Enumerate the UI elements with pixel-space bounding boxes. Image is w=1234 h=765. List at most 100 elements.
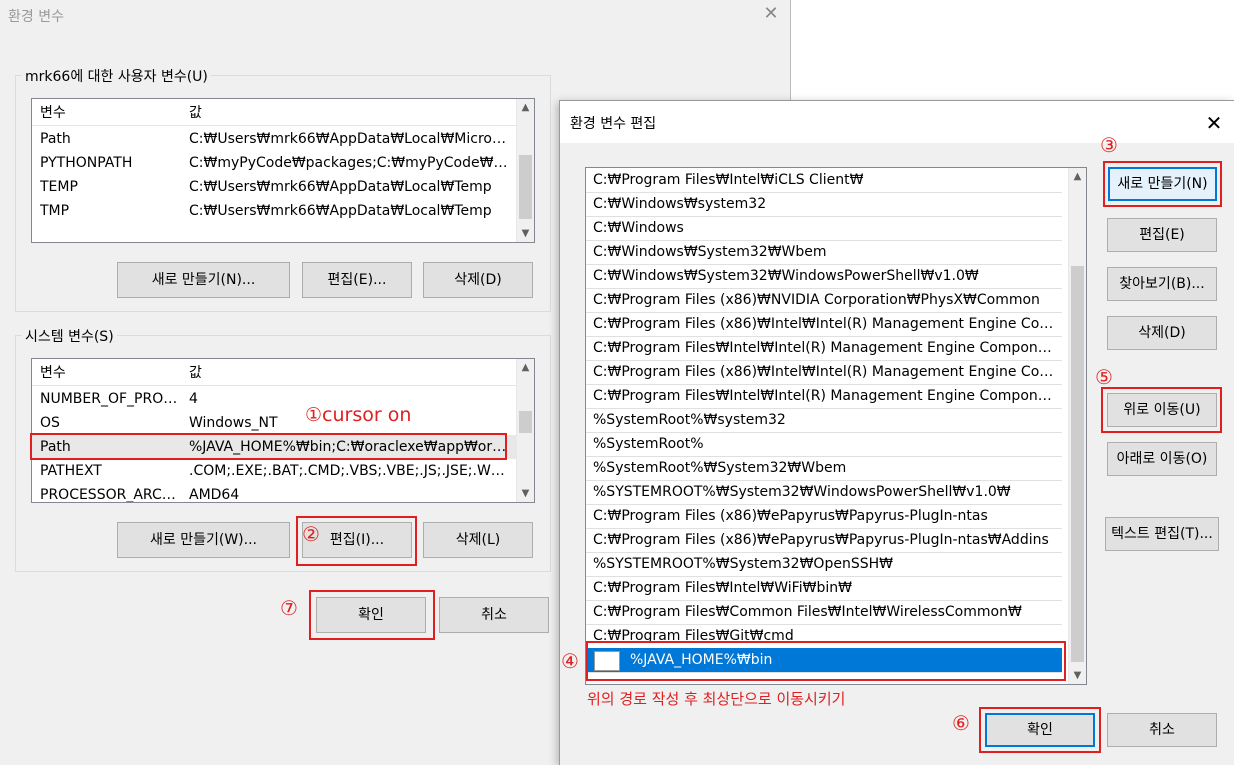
cancel-button[interactable]: 취소 (1107, 713, 1217, 747)
instruction-note: 위의 경로 작성 후 최상단으로 이동시키기 (587, 690, 846, 708)
new-entry-highlight (586, 641, 1066, 681)
scroll-down-icon[interactable]: ▼ (517, 225, 534, 242)
step7-annotation: ⑦ (280, 596, 298, 620)
move-up-highlight (1101, 387, 1222, 433)
row-value: C:₩Users₩mrk66₩AppData₩Local₩Microsoft..… (189, 131, 509, 147)
step5-annotation: ⑤ (1095, 365, 1113, 389)
path-entry[interactable]: C:₩Program Files₩Intel₩WiFi₩bin₩ (586, 576, 1062, 601)
path-entry[interactable]: C:₩Program Files (x86)₩NVIDIA Corporatio… (586, 288, 1062, 313)
table-row[interactable]: TMP C:₩Users₩mrk66₩AppData₩Local₩Temp (32, 199, 518, 223)
table-row[interactable]: OS Windows_NT (32, 411, 518, 435)
step3-annotation: ③ (1100, 133, 1118, 157)
table-row[interactable]: PYTHONPATH C:₩myPyCode₩packages;C:₩myPyC… (32, 151, 518, 175)
row-name: Path (40, 131, 71, 147)
path-entry[interactable]: C:₩Program Files (x86)₩ePapyrus₩Papyrus-… (586, 504, 1062, 529)
scroll-up-icon[interactable]: ▲ (1069, 168, 1086, 185)
edit-button[interactable]: 편집(E) (1107, 218, 1217, 252)
path-entry-text: C:₩Windows₩System32₩Wbem (593, 244, 827, 260)
step1-annotation: ①cursor on (305, 404, 412, 426)
path-entry[interactable]: C:₩Program Files (x86)₩Intel₩Intel(R) Ma… (586, 360, 1062, 385)
user-delete-button[interactable]: 삭제(D) (423, 262, 533, 298)
title-bar (560, 101, 1234, 143)
step4-annotation: ④ (561, 649, 579, 673)
column-header-value[interactable]: 값 (189, 101, 202, 125)
user-new-button[interactable]: 새로 만들기(N)... (117, 262, 290, 298)
delete-button[interactable]: 삭제(D) (1107, 316, 1217, 350)
scroll-thumb[interactable] (1071, 266, 1084, 662)
row-name: PYTHONPATH (40, 155, 133, 171)
scroll-thumb[interactable] (519, 155, 532, 219)
path-entry-text: C:₩Windows₩System32₩WindowsPowerShell₩v1… (593, 268, 979, 284)
table-row[interactable]: Path C:₩Users₩mrk66₩AppData₩Local₩Micros… (32, 127, 518, 151)
path-entry-text: C:₩Program Files₩Intel₩Intel(R) Manageme… (593, 388, 1059, 404)
new-button-highlight (1103, 161, 1222, 207)
path-entry[interactable]: %SystemRoot%₩System32₩Wbem (586, 456, 1062, 481)
row-name: TMP (40, 203, 70, 219)
row-value: C:₩Users₩mrk66₩AppData₩Local₩Temp (189, 179, 492, 195)
vertical-scrollbar[interactable]: ▲ ▼ (516, 359, 534, 502)
table-row[interactable]: NUMBER_OF_PROC... 4 (32, 387, 518, 411)
path-entry[interactable]: C:₩Program Files₩Intel₩Intel(R) Manageme… (586, 336, 1062, 361)
row-name: PATHEXT (40, 463, 102, 479)
path-entry-text: %SystemRoot% (593, 436, 704, 452)
path-entry[interactable]: %SystemRoot%₩system32 (586, 408, 1062, 433)
path-entry[interactable]: %SYSTEMROOT%₩System32₩WindowsPowerShell₩… (586, 480, 1062, 505)
scroll-up-icon[interactable]: ▲ (517, 359, 534, 376)
ok-button-highlight (979, 707, 1101, 753)
close-icon[interactable]: ✕ (1200, 109, 1228, 137)
path-entry-text: C:₩Program Files (x86)₩Intel₩Intel(R) Ma… (593, 316, 1059, 332)
path-entry-text: %SystemRoot%₩system32 (593, 412, 786, 428)
path-entry[interactable]: C:₩Windows (586, 216, 1062, 241)
step6-annotation: ⑥ (952, 711, 970, 735)
row-name: OS (40, 415, 60, 431)
close-icon[interactable]: ✕ (760, 3, 782, 25)
user-variables-list[interactable]: 변수 값 Path C:₩Users₩mrk66₩AppData₩Local₩M… (31, 98, 535, 243)
path-entry[interactable]: C:₩Program Files₩Intel₩Intel(R) Manageme… (586, 384, 1062, 409)
row-name: PROCESSOR_ARCH... (40, 487, 185, 503)
path-entry-text: C:₩Program Files (x86)₩NVIDIA Corporatio… (593, 292, 1040, 308)
path-entry[interactable]: C:₩Windows₩system32 (586, 192, 1062, 217)
table-row[interactable]: PATHEXT .COM;.EXE;.BAT;.CMD;.VBS;.VBE;.J… (32, 459, 518, 483)
path-entry-text: %SYSTEMROOT%₩System32₩WindowsPowerShell₩… (593, 484, 1011, 500)
path-entry[interactable]: C:₩Program Files (x86)₩Intel₩Intel(R) Ma… (586, 312, 1062, 337)
browse-button[interactable]: 찾아보기(B)... (1107, 267, 1217, 301)
column-header-name[interactable]: 변수 (40, 361, 66, 385)
path-entry-text: C:₩Program Files (x86)₩ePapyrus₩Papyrus-… (593, 508, 988, 524)
path-entry[interactable]: C:₩Program Files₩Intel₩iCLS Client₩ (586, 168, 1062, 193)
row-name: NUMBER_OF_PROC... (40, 391, 185, 407)
user-edit-button[interactable]: 편집(E)... (302, 262, 412, 298)
column-header-value[interactable]: 값 (189, 361, 202, 385)
vertical-scrollbar[interactable]: ▲ ▼ (1068, 168, 1086, 684)
path-entry[interactable]: %SYSTEMROOT%₩System32₩OpenSSH₩ (586, 552, 1062, 577)
system-new-button[interactable]: 새로 만들기(W)... (117, 522, 290, 558)
system-variables-list[interactable]: 변수 값 NUMBER_OF_PROC... 4 OS Windows_NT P… (31, 358, 535, 503)
step2-annotation: ② (302, 522, 320, 546)
edit-text-button[interactable]: 텍스트 편집(T)... (1105, 517, 1219, 551)
column-header-name[interactable]: 변수 (40, 101, 66, 125)
move-down-button[interactable]: 아래로 이동(O) (1107, 442, 1217, 476)
list-header: 변수 값 (32, 361, 518, 386)
user-variables-label: mrk66에 대한 사용자 변수(U) (22, 66, 211, 86)
path-entries-list[interactable]: C:₩Program Files₩Intel₩iCLS Client₩ C:₩Wi… (585, 167, 1087, 685)
path-entry[interactable]: C:₩Program Files₩Common Files₩Intel₩Wire… (586, 600, 1062, 625)
path-entry[interactable]: C:₩Program Files (x86)₩ePapyrus₩Papyrus-… (586, 528, 1062, 553)
path-entry-text: C:₩Windows (593, 220, 684, 236)
scroll-down-icon[interactable]: ▼ (1069, 667, 1086, 684)
scroll-thumb[interactable] (519, 411, 532, 433)
path-entry[interactable]: C:₩Windows₩System32₩Wbem (586, 240, 1062, 265)
table-row[interactable]: TEMP C:₩Users₩mrk66₩AppData₩Local₩Temp (32, 175, 518, 199)
path-entry-text: C:₩Program Files (x86)₩ePapyrus₩Papyrus-… (593, 532, 1049, 548)
system-variables-label: 시스템 변수(S) (22, 326, 117, 346)
scroll-down-icon[interactable]: ▼ (517, 485, 534, 502)
cancel-button[interactable]: 취소 (439, 597, 549, 633)
scroll-up-icon[interactable]: ▲ (517, 99, 534, 116)
system-delete-button[interactable]: 삭제(L) (423, 522, 533, 558)
path-entry-text: C:₩Program Files (x86)₩Intel₩Intel(R) Ma… (593, 364, 1059, 380)
list-header: 변수 값 (32, 101, 518, 126)
table-row[interactable]: PROCESSOR_ARCH... AMD64 (32, 483, 518, 503)
row-value: C:₩Users₩mrk66₩AppData₩Local₩Temp (189, 203, 492, 219)
vertical-scrollbar[interactable]: ▲ ▼ (516, 99, 534, 242)
path-entry[interactable]: C:₩Windows₩System32₩WindowsPowerShell₩v1… (586, 264, 1062, 289)
path-entry[interactable]: %SystemRoot% (586, 432, 1062, 457)
row-value: C:₩myPyCode₩packages;C:₩myPyCode₩mo... (189, 155, 509, 171)
